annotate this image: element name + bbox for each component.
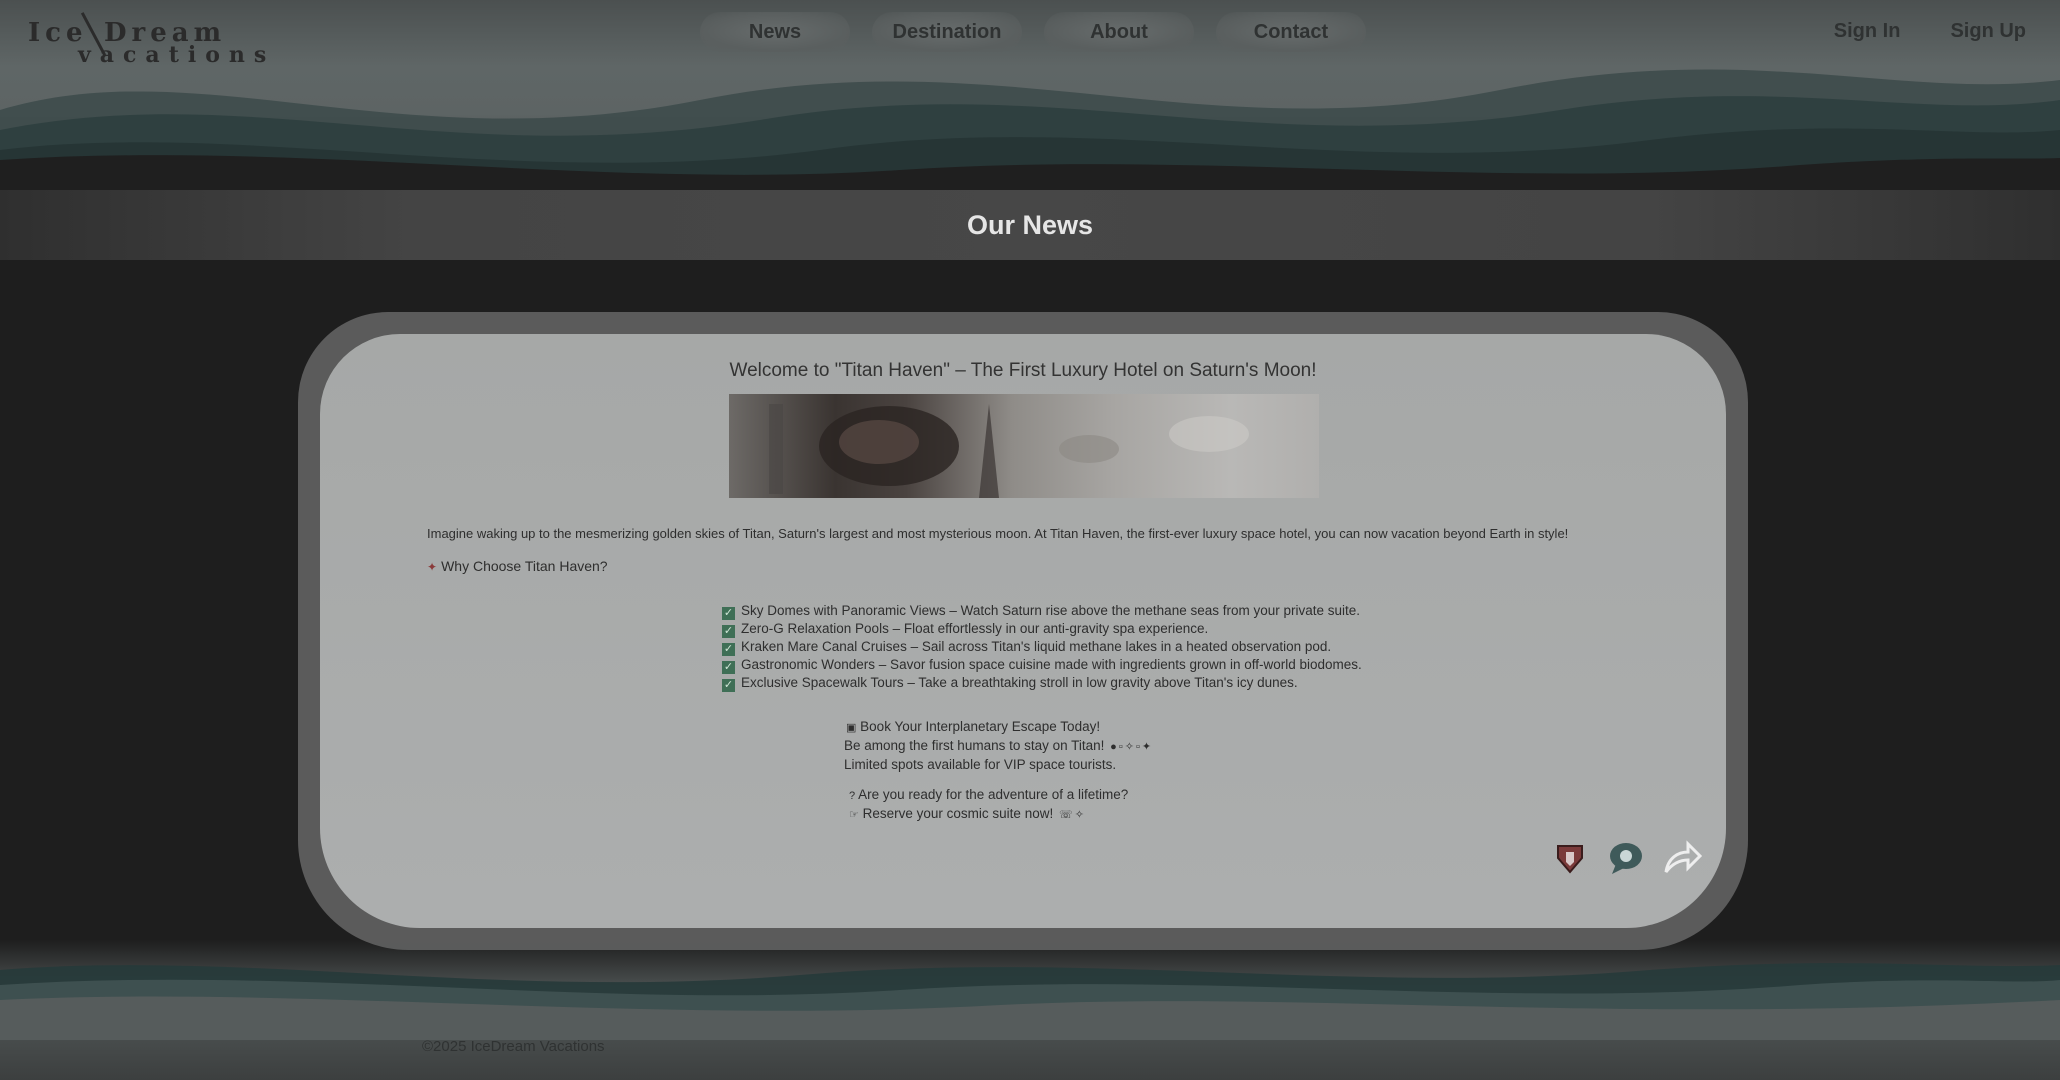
sign-up-link[interactable]: Sign Up xyxy=(1950,20,2026,43)
sparkle-icon: ✧ xyxy=(1074,809,1084,821)
page-title: Our News xyxy=(966,210,1094,240)
article-title: Welcome to "Titan Haven" – The First Lux… xyxy=(729,360,1317,381)
site-footer: ©2025 IceDream Vacations xyxy=(0,940,2060,1080)
article-image-art xyxy=(769,404,1249,498)
cta-heading: Book Your Interplanetary Escape Today! xyxy=(860,719,1101,734)
rocket-icon: ▫ xyxy=(1118,741,1123,753)
question-icon: ? xyxy=(849,790,856,802)
list-item: ✓ Kraken Mare Canal Cruises – Sail across… xyxy=(722,638,1362,656)
footer-wave-decoration xyxy=(0,963,2060,1040)
comment-icon[interactable] xyxy=(1606,838,1646,878)
closing-line-2: Reserve your cosmic suite now! xyxy=(862,806,1054,821)
site-header: Ice Dream vacations News Destination Abo… xyxy=(0,0,2060,190)
article-actions xyxy=(1550,838,1702,878)
article-intro: Imagine waking up to the mesmerizing gol… xyxy=(427,526,1569,541)
nav-item-news[interactable]: News xyxy=(700,12,850,52)
feature-text: Kraken Mare Canal Cruises – Sail across … xyxy=(741,639,1332,654)
list-item: ✓ Exclusive Spacewalk Tours – Take a brea… xyxy=(722,674,1362,692)
calendar-icon: ▣ xyxy=(846,722,857,734)
question-icon: ✦ xyxy=(427,560,438,574)
cta-line-2: Limited spots available for VIP space to… xyxy=(844,757,1117,772)
page-title-bar: Our News xyxy=(0,190,2060,260)
sign-in-link[interactable]: Sign In xyxy=(1834,20,1901,43)
phone-icon: ☏ xyxy=(1058,809,1073,821)
closing-line-1: Are you ready for the adventure of a lif… xyxy=(858,787,1129,802)
checkmark-icon: ✓ xyxy=(722,625,735,638)
auth-links: Sign In Sign Up xyxy=(1834,20,2026,43)
checkmark-icon: ✓ xyxy=(722,679,735,692)
star-icon: ✧ xyxy=(1124,741,1134,753)
header-wave-decoration xyxy=(0,69,2060,190)
article-image xyxy=(729,394,1319,498)
list-item: ✓ Gastronomic Wonders – Savor fusion spac… xyxy=(722,656,1362,674)
main-nav: News Destination About Contact xyxy=(700,12,1366,52)
checkmark-icon: ✓ xyxy=(722,643,735,656)
planet-icon: ● xyxy=(1110,741,1117,753)
feature-list: ✓ Sky Domes with Panoramic Views – Watch … xyxy=(722,602,1362,692)
feature-text: Exclusive Spacewalk Tours – Take a breat… xyxy=(741,675,1298,690)
sparkle-icon: ✦ xyxy=(1141,741,1152,753)
copyright-text: ©2025 IceDream Vacations xyxy=(422,1038,605,1055)
booking-cta: ▣ Book Your Interplanetary Escape Today!… xyxy=(844,718,1151,773)
list-item: ✓ Zero-G Relaxation Pools – Float effortl… xyxy=(722,620,1362,638)
feature-text: Zero-G Relaxation Pools – Float effortle… xyxy=(741,621,1209,636)
pointer-icon: ☞ xyxy=(849,809,859,821)
nav-item-contact[interactable]: Contact xyxy=(1216,12,1366,52)
thumbs-up-icon[interactable] xyxy=(1550,838,1590,878)
site-logo[interactable]: Ice Dream vacations xyxy=(26,8,266,68)
feature-text: Gastronomic Wonders – Savor fusion space… xyxy=(741,657,1362,672)
nav-item-about[interactable]: About xyxy=(1044,12,1194,52)
checkmark-icon: ✓ xyxy=(722,661,735,674)
checkmark-icon: ✓ xyxy=(722,607,735,620)
list-item: ✓ Sky Domes with Panoramic Views – Watch … xyxy=(722,602,1362,620)
hotel-icon: ▫ xyxy=(1135,741,1140,753)
logo-text-vacations: vacations xyxy=(78,42,276,68)
news-card: Welcome to "Titan Haven" – The First Lux… xyxy=(320,334,1726,928)
cta-line-1: Be among the first humans to stay on Tit… xyxy=(844,738,1105,753)
share-icon[interactable] xyxy=(1662,838,1702,878)
why-heading-text: Why Choose Titan Haven? xyxy=(441,558,608,574)
closing-text: ? Are you ready for the adventure of a l… xyxy=(847,786,1128,824)
feature-text: Sky Domes with Panoramic Views – Watch S… xyxy=(741,603,1361,618)
why-heading: ✦ Why Choose Titan Haven? xyxy=(427,558,608,574)
nav-item-destination[interactable]: Destination xyxy=(872,12,1022,52)
